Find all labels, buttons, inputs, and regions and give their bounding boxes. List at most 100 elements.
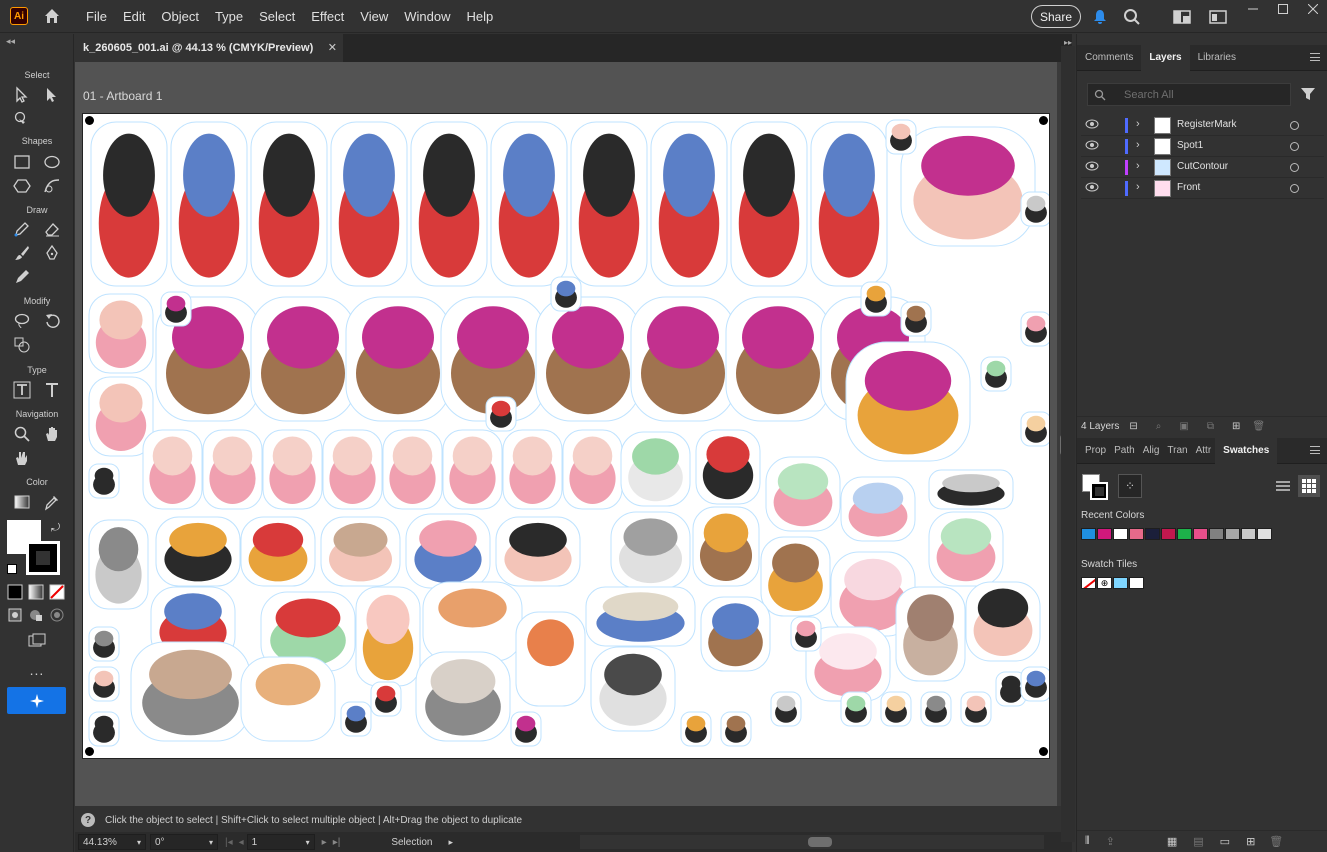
menu-object[interactable]: Object bbox=[153, 0, 207, 33]
delete-swatch-icon[interactable]: 🗑 bbox=[1269, 835, 1283, 848]
minimize-icon[interactable] bbox=[1238, 0, 1268, 18]
sticker[interactable] bbox=[405, 513, 491, 589]
sticker-artwork[interactable] bbox=[83, 114, 1050, 758]
new-layer-icon[interactable]: ⊞ bbox=[1232, 421, 1240, 432]
panel-menu-icon[interactable] bbox=[1310, 446, 1320, 454]
collapse-panels-icon[interactable]: ▸▸ bbox=[1064, 38, 1072, 47]
sticker[interactable] bbox=[130, 641, 251, 742]
sticker[interactable] bbox=[845, 341, 971, 462]
search-icon[interactable] bbox=[1122, 7, 1142, 27]
draw-inside-icon[interactable] bbox=[47, 604, 67, 626]
sticker[interactable] bbox=[88, 293, 154, 374]
previous-artboard-icon[interactable]: ◂ bbox=[239, 837, 244, 848]
zoom-field[interactable]: 44.13% ▾ bbox=[78, 834, 146, 850]
sticker[interactable] bbox=[900, 126, 1036, 247]
layer-row[interactable]: › Front bbox=[1081, 178, 1324, 199]
close-tab-icon[interactable]: ✕ bbox=[328, 41, 337, 54]
tab-layers[interactable]: Layers bbox=[1141, 45, 1190, 71]
make-clipping-mask-icon[interactable]: ▣ bbox=[1179, 421, 1188, 432]
sticker[interactable] bbox=[1020, 191, 1050, 227]
hand-tool-icon[interactable] bbox=[40, 423, 64, 445]
collapse-toolbar-icon[interactable]: ◂◂ bbox=[6, 36, 15, 47]
artboard[interactable] bbox=[82, 113, 1050, 759]
color-mode-icon[interactable] bbox=[5, 581, 25, 603]
horizontal-scrollbar[interactable] bbox=[580, 835, 1044, 849]
tab-align[interactable]: Alig bbox=[1139, 438, 1164, 464]
swatch-options-footer-icon[interactable]: ▤ bbox=[1193, 835, 1203, 848]
menu-file[interactable]: File bbox=[78, 0, 115, 33]
sticker[interactable] bbox=[355, 586, 421, 687]
filter-icon[interactable] bbox=[1300, 86, 1316, 105]
status-menu-icon[interactable]: ▸ bbox=[448, 837, 453, 848]
sticker[interactable] bbox=[340, 701, 372, 737]
sticker[interactable] bbox=[680, 711, 712, 747]
sticker[interactable] bbox=[860, 281, 892, 317]
sticker[interactable] bbox=[422, 581, 523, 662]
sticker[interactable] bbox=[1020, 666, 1050, 702]
recent-color-swatch[interactable] bbox=[1177, 528, 1192, 540]
zoom-tool-icon[interactable] bbox=[10, 423, 34, 445]
layer-target-icon[interactable] bbox=[1290, 163, 1299, 172]
swap-fill-stroke-icon[interactable]: ⤾ bbox=[51, 522, 60, 535]
sticker[interactable] bbox=[965, 581, 1041, 662]
sticker[interactable] bbox=[262, 429, 323, 510]
sticker[interactable] bbox=[760, 536, 831, 617]
selection-tool-icon[interactable] bbox=[10, 84, 34, 106]
visibility-eye-icon[interactable] bbox=[1085, 161, 1099, 174]
tab-transform[interactable]: Tran bbox=[1163, 438, 1191, 464]
layer-target-icon[interactable] bbox=[1290, 142, 1299, 151]
tab-pathfinder[interactable]: Path bbox=[1110, 438, 1139, 464]
eyedropper-icon[interactable] bbox=[40, 491, 64, 513]
first-artboard-icon[interactable]: |◂ bbox=[225, 837, 233, 848]
last-artboard-icon[interactable]: ▸| bbox=[333, 837, 341, 848]
menu-type[interactable]: Type bbox=[207, 0, 251, 33]
expand-chevron-icon[interactable]: › bbox=[1136, 160, 1140, 172]
recent-color-swatch[interactable] bbox=[1209, 528, 1224, 540]
workspace-icon[interactable] bbox=[1172, 7, 1192, 27]
swatch-cutcontour[interactable] bbox=[1113, 577, 1128, 589]
sticker[interactable] bbox=[885, 119, 917, 155]
more-tools-button[interactable]: ... bbox=[0, 662, 74, 678]
layer-row[interactable]: › RegisterMark bbox=[1081, 115, 1324, 136]
sticker[interactable] bbox=[620, 431, 691, 507]
layer-name[interactable]: Front bbox=[1177, 182, 1200, 193]
recent-color-swatch[interactable] bbox=[1257, 528, 1272, 540]
swatch-registration[interactable]: ⊕ bbox=[1097, 577, 1112, 589]
sticker[interactable] bbox=[720, 711, 752, 747]
stroke-color-swatch[interactable] bbox=[26, 541, 60, 575]
sticker[interactable] bbox=[630, 296, 736, 422]
sticker[interactable] bbox=[535, 296, 641, 422]
list-view-icon[interactable] bbox=[1273, 476, 1293, 496]
draw-behind-icon[interactable] bbox=[26, 604, 46, 626]
sticker[interactable] bbox=[1020, 311, 1050, 347]
sticker[interactable] bbox=[650, 121, 728, 287]
home-icon[interactable] bbox=[40, 4, 64, 28]
layer-name[interactable]: CutContour bbox=[1177, 161, 1228, 172]
gradient-tool-icon[interactable] bbox=[10, 491, 34, 513]
sticker[interactable] bbox=[322, 429, 383, 510]
artboard-navigation-field[interactable]: 1 ▾ bbox=[246, 834, 315, 850]
sticker[interactable] bbox=[562, 429, 623, 510]
sticker[interactable] bbox=[370, 681, 402, 717]
sticker[interactable] bbox=[345, 296, 451, 422]
none-mode-icon[interactable] bbox=[47, 581, 67, 603]
sticker[interactable] bbox=[770, 691, 802, 727]
sticker[interactable] bbox=[250, 121, 328, 287]
locate-object-icon[interactable]: ⌕ bbox=[1156, 421, 1162, 432]
layer-row[interactable]: › CutContour bbox=[1081, 157, 1324, 178]
menu-select[interactable]: Select bbox=[251, 0, 303, 33]
polygon-tool-icon[interactable] bbox=[10, 175, 34, 197]
visibility-eye-icon[interactable] bbox=[1085, 140, 1099, 153]
new-color-group-icon[interactable]: ▭ bbox=[1220, 835, 1230, 848]
recent-color-swatch[interactable] bbox=[1097, 528, 1112, 540]
recent-color-swatch[interactable] bbox=[1161, 528, 1176, 540]
sticker[interactable] bbox=[610, 511, 691, 589]
panel-menu-icon[interactable] bbox=[1310, 53, 1320, 61]
swatch-white[interactable] bbox=[1129, 577, 1144, 589]
sticker[interactable] bbox=[330, 121, 408, 287]
shape-builder-icon[interactable] bbox=[10, 334, 34, 356]
sticker[interactable] bbox=[415, 651, 511, 742]
swatch-options-icon[interactable]: ⁘ bbox=[1118, 474, 1142, 498]
pen-tool-icon[interactable] bbox=[40, 242, 64, 264]
sticker[interactable] bbox=[900, 301, 932, 337]
